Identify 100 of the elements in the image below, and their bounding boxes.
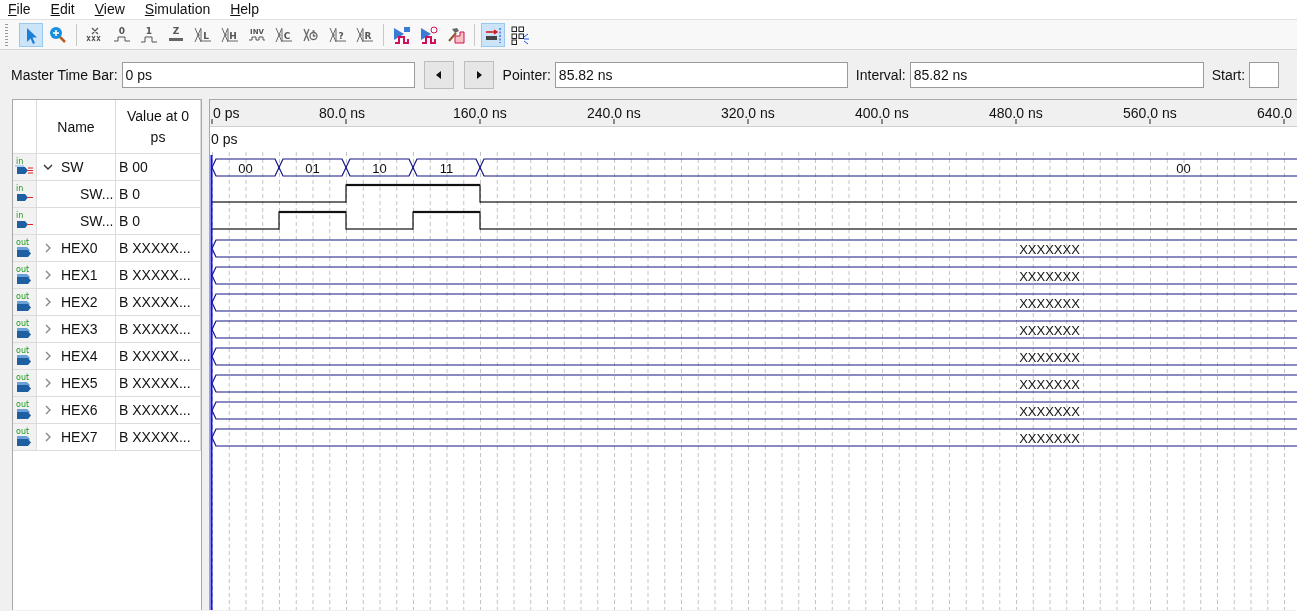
bus-value: XXXXXXX — [1019, 322, 1080, 338]
signal-name: SW... — [80, 186, 114, 202]
signal-name: HEX3 — [61, 321, 98, 337]
column-header: Name — [57, 118, 95, 135]
ruler-label: 560.0 ns — [1123, 105, 1177, 121]
bus-value: XXXXXXX — [1019, 376, 1080, 392]
toolbar-grip — [5, 23, 8, 46]
column-header: Value at 0 ps — [127, 106, 189, 147]
chevron-right-icon[interactable] — [43, 351, 53, 361]
bus-value: XXXXXXX — [1019, 268, 1080, 284]
menu-item[interactable]: View — [94, 1, 125, 18]
value-tool-button[interactable]: ? — [326, 22, 350, 47]
bus-value: 00 — [1176, 160, 1191, 176]
chevron-right-icon[interactable] — [43, 324, 53, 334]
menu-item[interactable]: Edit — [50, 1, 75, 18]
signal-name: HEX0 — [61, 240, 98, 256]
value-tool-button[interactable]: H — [218, 22, 242, 47]
signal-name: HEX5 — [61, 375, 98, 391]
bus-value: 01 — [305, 160, 320, 176]
low-tool-button[interactable]: 0 — [110, 22, 134, 47]
bus-value: 10 — [372, 160, 387, 176]
next-transition-icon — [474, 69, 483, 80]
grid-icon — [510, 24, 530, 45]
ruler-label: 400.0 ns — [855, 105, 909, 121]
signal-value: B 0 — [118, 213, 140, 229]
interval-field[interactable]: 85.82 ns — [909, 61, 1204, 88]
bus-value: XXXXXXX — [1019, 241, 1080, 257]
bus-segment — [278, 158, 347, 177]
menu-item[interactable]: Simulation — [144, 1, 211, 18]
ruler-label: 240.0 ns — [587, 105, 641, 121]
signal-name: HEX4 — [61, 348, 98, 364]
ruler-tick — [479, 118, 481, 125]
ruler-tick — [881, 118, 883, 125]
signal-value: B XXXXX... — [118, 267, 191, 283]
menu-item[interactable]: File — [8, 1, 31, 18]
pointer-field[interactable]: 85.82 ns — [554, 61, 848, 88]
ruler-label: 160.0 ns — [453, 105, 507, 121]
chevron-right-icon[interactable] — [43, 432, 53, 442]
chevron-right-icon[interactable] — [43, 243, 53, 253]
chevron-right-icon[interactable] — [43, 405, 53, 415]
ruler-label: 640.0 — [1257, 105, 1293, 121]
ruler-label: 80.0 ns — [319, 105, 365, 121]
signal-value: B XXXXX... — [118, 240, 191, 256]
previous-transition-button[interactable] — [423, 60, 454, 89]
signal-value: B XXXXX... — [118, 429, 191, 445]
signal-value: B XXXXX... — [118, 375, 191, 391]
zoom-icon — [48, 24, 68, 45]
signal-value: B 00 — [118, 159, 148, 175]
field-label: Master Time Bar: — [11, 66, 118, 83]
bus-segment — [345, 158, 414, 177]
value-tool-button[interactable]: L — [191, 22, 215, 47]
chevron-right-icon[interactable] — [43, 297, 53, 307]
field-label: Start: — [1211, 66, 1246, 83]
bus-value: XXXXXXX — [1019, 430, 1080, 446]
menu-item[interactable]: Help — [230, 1, 259, 18]
chevron-right-icon[interactable] — [43, 378, 53, 388]
signal-name: HEX2 — [61, 294, 98, 310]
cursor-time-label: 0 ps — [210, 130, 239, 149]
ruler-tick — [1283, 118, 1285, 125]
ruler-tick — [345, 118, 347, 125]
signal-value: B XXXXX... — [118, 348, 191, 364]
bus-value: 00 — [238, 160, 253, 176]
signal-name: HEX7 — [61, 429, 98, 445]
snap-tool-button[interactable] — [481, 22, 505, 47]
field-label: Pointer: — [502, 66, 551, 83]
ruler-tick — [1015, 118, 1017, 125]
ruler-label: 0 ps — [213, 105, 240, 121]
signal-value: B XXXXX... — [118, 294, 191, 310]
run-icon — [392, 24, 412, 45]
bus-value: 11 — [439, 160, 454, 176]
signal-value: B 0 — [118, 186, 140, 202]
chevron-down-icon[interactable] — [43, 162, 53, 172]
start-field[interactable] — [1249, 61, 1280, 88]
ruler-tick — [613, 118, 615, 125]
bus-value: XXXXXXX — [1019, 295, 1080, 311]
master-time-field[interactable]: 0 ps — [121, 61, 415, 88]
field-label: Interval: — [855, 66, 906, 83]
signal-name: HEX1 — [61, 267, 98, 283]
signal-name: HEX6 — [61, 402, 98, 418]
previous-transition-icon — [434, 69, 443, 80]
signal-name: SW — [61, 159, 84, 175]
value-tool-button[interactable]: C — [272, 22, 296, 47]
bus-value: XXXXXXX — [1019, 349, 1080, 365]
high-tool-button[interactable]: 1 — [137, 22, 161, 47]
run-timed-icon — [419, 24, 439, 45]
value-tool-button[interactable]: R — [353, 22, 377, 47]
signal-value: B XXXXX... — [118, 402, 191, 418]
bus-segment — [211, 158, 280, 177]
pointer-tool-button[interactable] — [19, 22, 43, 47]
bar-tool-button[interactable]: Z — [164, 22, 188, 47]
ruler-label: 320.0 ns — [721, 105, 775, 121]
next-transition-button[interactable] — [463, 60, 494, 89]
ruler-tick — [1149, 118, 1151, 125]
bus-value: XXXXXXX — [1019, 403, 1080, 419]
signal-name: SW... — [80, 213, 114, 229]
signal-value: B XXXXX... — [118, 321, 191, 337]
chevron-right-icon[interactable] — [43, 270, 53, 280]
ruler-label: 480.0 ns — [989, 105, 1043, 121]
ruler-tick — [747, 118, 749, 125]
ruler-tick — [211, 118, 213, 125]
